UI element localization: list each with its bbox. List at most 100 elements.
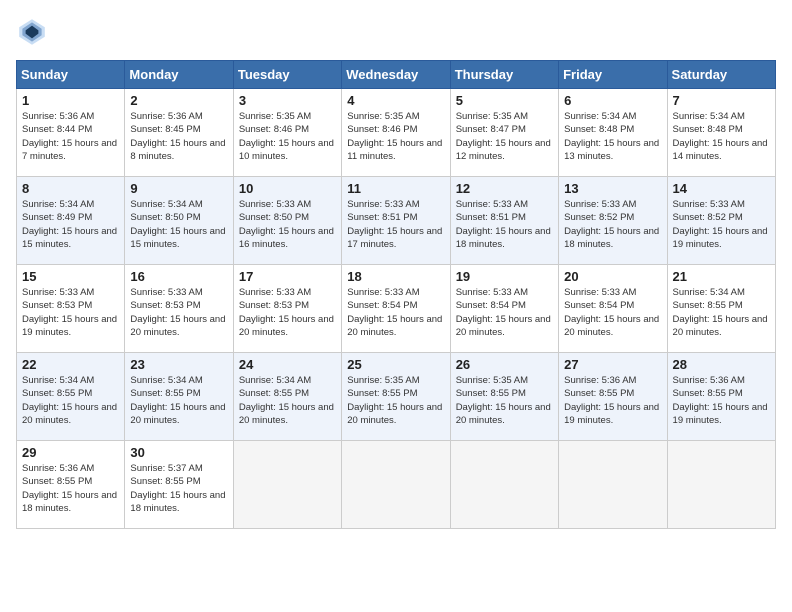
calendar-cell: 7 Sunrise: 5:34 AMSunset: 8:48 PMDayligh… <box>667 89 775 177</box>
calendar-cell <box>559 441 667 529</box>
calendar-cell <box>667 441 775 529</box>
calendar-header-row: Sunday Monday Tuesday Wednesday Thursday… <box>17 61 776 89</box>
logo <box>16 16 54 48</box>
col-monday: Monday <box>125 61 233 89</box>
calendar-cell: 1 Sunrise: 5:36 AMSunset: 8:44 PMDayligh… <box>17 89 125 177</box>
calendar-cell: 20 Sunrise: 5:33 AMSunset: 8:54 PMDaylig… <box>559 265 667 353</box>
day-number: 4 <box>347 93 444 108</box>
cell-info: Sunrise: 5:35 AMSunset: 8:46 PMDaylight:… <box>239 111 334 162</box>
cell-info: Sunrise: 5:34 AMSunset: 8:48 PMDaylight:… <box>673 111 768 162</box>
calendar-cell: 17 Sunrise: 5:33 AMSunset: 8:53 PMDaylig… <box>233 265 341 353</box>
cell-info: Sunrise: 5:33 AMSunset: 8:51 PMDaylight:… <box>347 199 442 250</box>
calendar-week-row: 22 Sunrise: 5:34 AMSunset: 8:55 PMDaylig… <box>17 353 776 441</box>
day-number: 20 <box>564 269 661 284</box>
calendar-cell: 14 Sunrise: 5:33 AMSunset: 8:52 PMDaylig… <box>667 177 775 265</box>
page-header <box>16 16 776 48</box>
cell-info: Sunrise: 5:33 AMSunset: 8:53 PMDaylight:… <box>239 287 334 338</box>
day-number: 13 <box>564 181 661 196</box>
day-number: 30 <box>130 445 227 460</box>
day-number: 2 <box>130 93 227 108</box>
cell-info: Sunrise: 5:36 AMSunset: 8:55 PMDaylight:… <box>673 375 768 426</box>
day-number: 17 <box>239 269 336 284</box>
calendar-cell: 13 Sunrise: 5:33 AMSunset: 8:52 PMDaylig… <box>559 177 667 265</box>
cell-info: Sunrise: 5:34 AMSunset: 8:49 PMDaylight:… <box>22 199 117 250</box>
cell-info: Sunrise: 5:34 AMSunset: 8:55 PMDaylight:… <box>673 287 768 338</box>
calendar-week-row: 29 Sunrise: 5:36 AMSunset: 8:55 PMDaylig… <box>17 441 776 529</box>
calendar-week-row: 8 Sunrise: 5:34 AMSunset: 8:49 PMDayligh… <box>17 177 776 265</box>
day-number: 6 <box>564 93 661 108</box>
day-number: 22 <box>22 357 119 372</box>
col-tuesday: Tuesday <box>233 61 341 89</box>
cell-info: Sunrise: 5:34 AMSunset: 8:55 PMDaylight:… <box>130 375 225 426</box>
cell-info: Sunrise: 5:36 AMSunset: 8:55 PMDaylight:… <box>564 375 659 426</box>
cell-info: Sunrise: 5:33 AMSunset: 8:54 PMDaylight:… <box>347 287 442 338</box>
cell-info: Sunrise: 5:33 AMSunset: 8:52 PMDaylight:… <box>564 199 659 250</box>
day-number: 15 <box>22 269 119 284</box>
calendar-cell <box>342 441 450 529</box>
calendar-table: Sunday Monday Tuesday Wednesday Thursday… <box>16 60 776 529</box>
day-number: 14 <box>673 181 770 196</box>
cell-info: Sunrise: 5:34 AMSunset: 8:55 PMDaylight:… <box>22 375 117 426</box>
calendar-cell: 8 Sunrise: 5:34 AMSunset: 8:49 PMDayligh… <box>17 177 125 265</box>
cell-info: Sunrise: 5:35 AMSunset: 8:47 PMDaylight:… <box>456 111 551 162</box>
day-number: 1 <box>22 93 119 108</box>
day-number: 18 <box>347 269 444 284</box>
day-number: 28 <box>673 357 770 372</box>
cell-info: Sunrise: 5:33 AMSunset: 8:53 PMDaylight:… <box>130 287 225 338</box>
cell-info: Sunrise: 5:33 AMSunset: 8:52 PMDaylight:… <box>673 199 768 250</box>
day-number: 3 <box>239 93 336 108</box>
calendar-cell: 2 Sunrise: 5:36 AMSunset: 8:45 PMDayligh… <box>125 89 233 177</box>
calendar-cell: 23 Sunrise: 5:34 AMSunset: 8:55 PMDaylig… <box>125 353 233 441</box>
calendar-cell: 25 Sunrise: 5:35 AMSunset: 8:55 PMDaylig… <box>342 353 450 441</box>
day-number: 27 <box>564 357 661 372</box>
calendar-cell: 21 Sunrise: 5:34 AMSunset: 8:55 PMDaylig… <box>667 265 775 353</box>
col-wednesday: Wednesday <box>342 61 450 89</box>
cell-info: Sunrise: 5:36 AMSunset: 8:45 PMDaylight:… <box>130 111 225 162</box>
cell-info: Sunrise: 5:33 AMSunset: 8:50 PMDaylight:… <box>239 199 334 250</box>
cell-info: Sunrise: 5:34 AMSunset: 8:50 PMDaylight:… <box>130 199 225 250</box>
cell-info: Sunrise: 5:33 AMSunset: 8:53 PMDaylight:… <box>22 287 117 338</box>
day-number: 9 <box>130 181 227 196</box>
calendar-cell: 24 Sunrise: 5:34 AMSunset: 8:55 PMDaylig… <box>233 353 341 441</box>
calendar-cell: 3 Sunrise: 5:35 AMSunset: 8:46 PMDayligh… <box>233 89 341 177</box>
col-saturday: Saturday <box>667 61 775 89</box>
day-number: 26 <box>456 357 553 372</box>
cell-info: Sunrise: 5:34 AMSunset: 8:55 PMDaylight:… <box>239 375 334 426</box>
cell-info: Sunrise: 5:36 AMSunset: 8:55 PMDaylight:… <box>22 463 117 514</box>
calendar-cell: 26 Sunrise: 5:35 AMSunset: 8:55 PMDaylig… <box>450 353 558 441</box>
day-number: 8 <box>22 181 119 196</box>
day-number: 16 <box>130 269 227 284</box>
calendar-cell: 22 Sunrise: 5:34 AMSunset: 8:55 PMDaylig… <box>17 353 125 441</box>
calendar-cell <box>233 441 341 529</box>
cell-info: Sunrise: 5:33 AMSunset: 8:54 PMDaylight:… <box>456 287 551 338</box>
day-number: 19 <box>456 269 553 284</box>
day-number: 10 <box>239 181 336 196</box>
logo-icon <box>16 16 48 48</box>
cell-info: Sunrise: 5:33 AMSunset: 8:54 PMDaylight:… <box>564 287 659 338</box>
calendar-cell: 11 Sunrise: 5:33 AMSunset: 8:51 PMDaylig… <box>342 177 450 265</box>
cell-info: Sunrise: 5:35 AMSunset: 8:55 PMDaylight:… <box>347 375 442 426</box>
calendar-cell: 27 Sunrise: 5:36 AMSunset: 8:55 PMDaylig… <box>559 353 667 441</box>
calendar-cell: 6 Sunrise: 5:34 AMSunset: 8:48 PMDayligh… <box>559 89 667 177</box>
col-thursday: Thursday <box>450 61 558 89</box>
cell-info: Sunrise: 5:35 AMSunset: 8:46 PMDaylight:… <box>347 111 442 162</box>
day-number: 29 <box>22 445 119 460</box>
day-number: 5 <box>456 93 553 108</box>
calendar-cell: 5 Sunrise: 5:35 AMSunset: 8:47 PMDayligh… <box>450 89 558 177</box>
calendar-cell: 4 Sunrise: 5:35 AMSunset: 8:46 PMDayligh… <box>342 89 450 177</box>
cell-info: Sunrise: 5:35 AMSunset: 8:55 PMDaylight:… <box>456 375 551 426</box>
calendar-cell: 18 Sunrise: 5:33 AMSunset: 8:54 PMDaylig… <box>342 265 450 353</box>
day-number: 11 <box>347 181 444 196</box>
calendar-cell: 15 Sunrise: 5:33 AMSunset: 8:53 PMDaylig… <box>17 265 125 353</box>
day-number: 23 <box>130 357 227 372</box>
day-number: 7 <box>673 93 770 108</box>
calendar-cell: 19 Sunrise: 5:33 AMSunset: 8:54 PMDaylig… <box>450 265 558 353</box>
cell-info: Sunrise: 5:34 AMSunset: 8:48 PMDaylight:… <box>564 111 659 162</box>
calendar-week-row: 1 Sunrise: 5:36 AMSunset: 8:44 PMDayligh… <box>17 89 776 177</box>
day-number: 24 <box>239 357 336 372</box>
calendar-cell <box>450 441 558 529</box>
calendar-cell: 10 Sunrise: 5:33 AMSunset: 8:50 PMDaylig… <box>233 177 341 265</box>
day-number: 12 <box>456 181 553 196</box>
calendar-cell: 29 Sunrise: 5:36 AMSunset: 8:55 PMDaylig… <box>17 441 125 529</box>
calendar-cell: 12 Sunrise: 5:33 AMSunset: 8:51 PMDaylig… <box>450 177 558 265</box>
